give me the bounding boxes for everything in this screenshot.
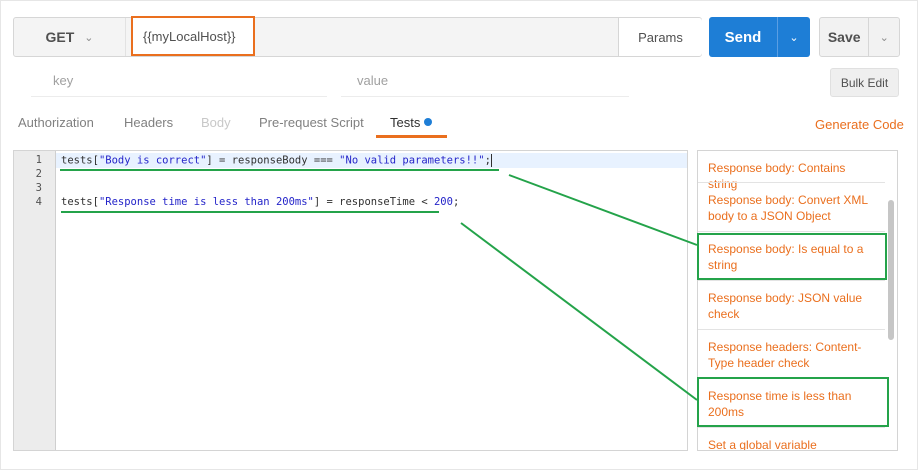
annotation-connector-2 bbox=[460, 222, 698, 401]
annotation-overlay bbox=[60, 169, 698, 401]
request-builder: GET ⌄ {{myLocalHost}} Params Send ⌄ Save… bbox=[0, 0, 918, 470]
annotation-connector-1 bbox=[508, 174, 698, 246]
